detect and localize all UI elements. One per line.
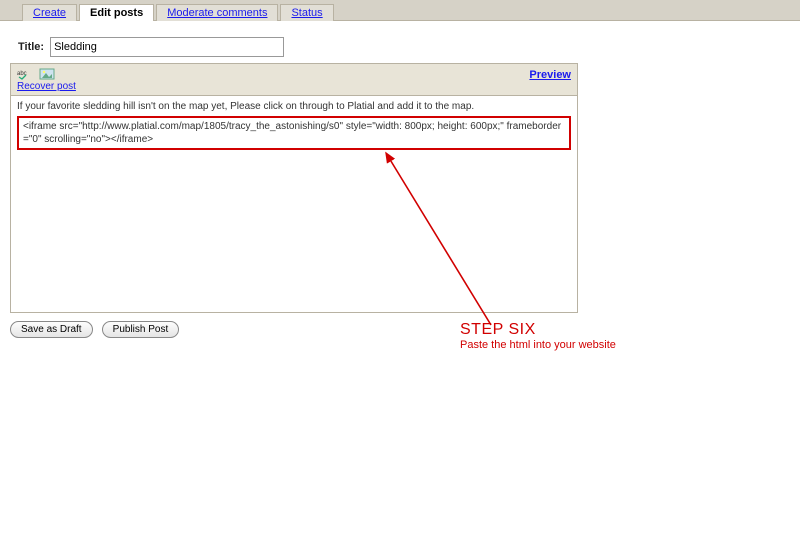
annotation-block: STEP SIX Paste the html into your websit… bbox=[460, 320, 616, 352]
tab-moderate-label: Moderate comments bbox=[167, 7, 267, 19]
save-draft-button[interactable]: Save as Draft bbox=[10, 321, 93, 338]
preview-link[interactable]: Preview bbox=[529, 69, 571, 81]
editor-toolbar: abc Recover post Preview bbox=[10, 63, 578, 95]
image-icon[interactable] bbox=[39, 67, 55, 81]
tab-edit-posts[interactable]: Edit posts bbox=[79, 4, 154, 21]
recover-post-link[interactable]: Recover post bbox=[17, 81, 76, 92]
title-input[interactable] bbox=[50, 37, 284, 57]
publish-post-button[interactable]: Publish Post bbox=[102, 321, 180, 338]
spellcheck-icon[interactable]: abc bbox=[17, 67, 33, 81]
tab-create[interactable]: Create bbox=[22, 4, 77, 21]
title-row: Title: bbox=[18, 37, 800, 57]
title-label: Title: bbox=[18, 41, 44, 53]
tab-edit-label: Edit posts bbox=[90, 7, 143, 19]
tab-moderate-comments[interactable]: Moderate comments bbox=[156, 4, 278, 21]
tab-status-label: Status bbox=[291, 7, 322, 19]
editor-panel: abc Recover post Preview If your favorit… bbox=[10, 63, 578, 313]
tab-create-label: Create bbox=[33, 7, 66, 19]
editor-body[interactable]: If your favorite sledding hill isn't on … bbox=[10, 95, 578, 313]
button-row: Save as Draft Publish Post bbox=[10, 321, 800, 338]
annotation-subtitle: Paste the html into your website bbox=[460, 339, 616, 352]
iframe-code-highlight: <iframe src="http://www.platial.com/map/… bbox=[17, 116, 571, 150]
editor-intro-text: If your favorite sledding hill isn't on … bbox=[17, 100, 571, 114]
tab-strip: Create Edit posts Moderate comments Stat… bbox=[0, 0, 800, 21]
tab-status[interactable]: Status bbox=[280, 4, 333, 21]
annotation-title: STEP SIX bbox=[460, 320, 616, 339]
